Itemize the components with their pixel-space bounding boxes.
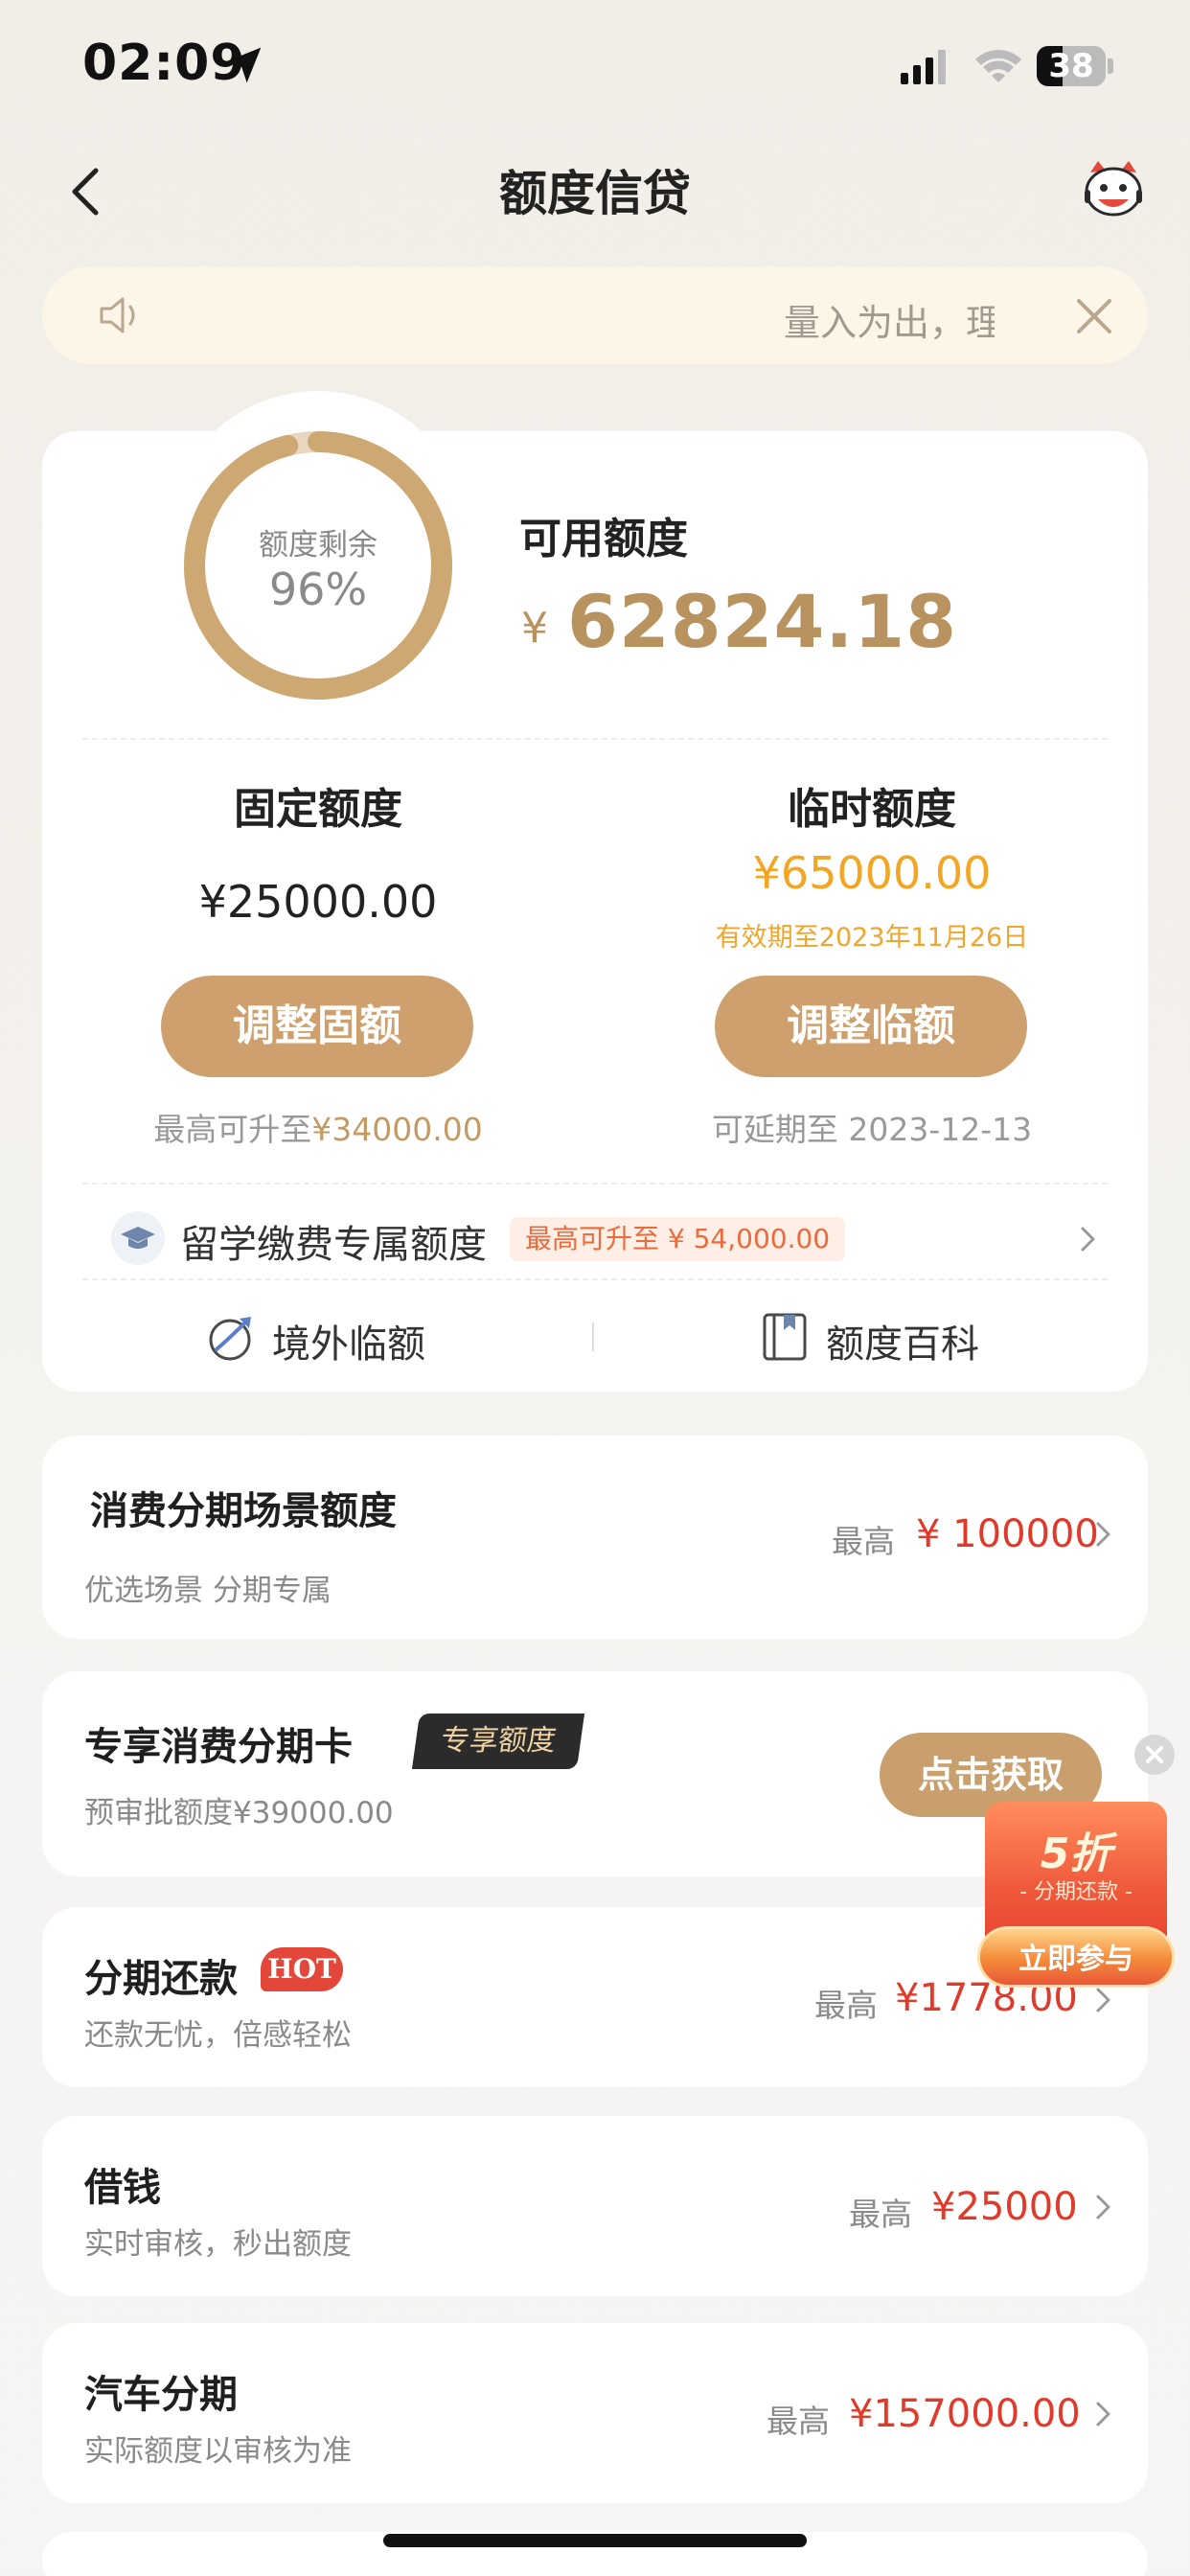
study-credit-label[interactable]: 留学缴费专属额度	[180, 1213, 487, 1269]
wifi-icon	[975, 50, 1021, 82]
chevron-right-icon[interactable]	[1092, 1520, 1115, 1549]
temporary-credit-amount: ¥65000.00	[752, 847, 992, 899]
scene-max-label: 最高	[832, 1523, 895, 1560]
overseas-temp-credit-link[interactable]: 境外临额	[272, 1313, 425, 1368]
book-icon[interactable]	[761, 1311, 809, 1363]
ring-label: 额度剩余	[259, 528, 378, 563]
credit-wiki-link[interactable]: 额度百科	[826, 1313, 979, 1368]
study-row-icon-wrap	[111, 1211, 165, 1265]
chevron-right-icon[interactable]	[1092, 2193, 1115, 2221]
globe-plane-icon[interactable]	[205, 1311, 257, 1363]
divider	[82, 1278, 1108, 1280]
promo-join-button[interactable]: 立即参与	[977, 1926, 1175, 1988]
fixed-max-amount: ¥34000.00	[311, 1111, 483, 1148]
fixed-credit-title: 固定额度	[234, 785, 402, 834]
installment-max-label: 最高	[814, 1987, 878, 2024]
temporary-extend-note: 可延期至 2023-12-13	[711, 1111, 1033, 1148]
promo-discount: 5折	[1040, 1829, 1112, 1878]
temporary-credit-title: 临时额度	[788, 785, 956, 834]
loan-subtitle: 实时审核，秒出额度	[84, 2227, 352, 2262]
car-max-label: 最高	[767, 2403, 830, 2440]
scene-credit-title: 消费分期场景额度	[90, 1489, 397, 1533]
speaker-icon	[100, 297, 135, 334]
signal-icon	[901, 50, 946, 84]
exclusive-badge: 专享额度	[411, 1714, 585, 1769]
exclusive-card-subtitle: 预审批额度¥39000.00	[84, 1796, 394, 1830]
loan-max-label: 最高	[849, 2196, 912, 2233]
available-amount: 62824.18	[567, 579, 958, 664]
location-arrow-icon	[225, 47, 262, 83]
installment-subtitle: 还款无忧，倍感轻松	[84, 2018, 352, 2053]
chevron-right-icon[interactable]	[1077, 1225, 1100, 1254]
promo-close-button[interactable]	[1134, 1735, 1175, 1775]
page-title: 额度信贷	[499, 166, 691, 221]
study-credit-badge: 最高可升至 ¥ 54,000.00	[510, 1217, 846, 1261]
ring-percent: 96%	[268, 564, 368, 615]
loan-title: 借钱	[84, 2166, 161, 2210]
close-icon[interactable]	[1073, 295, 1115, 337]
chevron-right-icon[interactable]	[1092, 2400, 1115, 2428]
battery-level: 38	[1048, 47, 1094, 85]
car-subtitle: 实际额度以审核为准	[84, 2434, 352, 2469]
status-time: 02:09	[82, 34, 246, 92]
promo-caption: - 分期还款 -	[1019, 1880, 1133, 1904]
graduation-cap-icon	[121, 1227, 155, 1249]
scene-credit-subtitle: 优选场景 分期专属	[84, 1574, 332, 1608]
fixed-credit-amount: ¥25000.00	[198, 876, 438, 928]
mascot-avatar-icon[interactable]	[1081, 159, 1146, 220]
divider	[82, 1183, 1108, 1184]
adjust-fixed-button[interactable]: 调整固额	[161, 976, 473, 1077]
fixed-max-note: 最高可升至¥34000.00	[126, 1104, 510, 1150]
adjust-temporary-button[interactable]: 调整临额	[715, 976, 1027, 1077]
divider	[82, 738, 1108, 740]
divider	[592, 1322, 594, 1351]
car-title: 汽车分期	[84, 2373, 238, 2417]
promo-widget[interactable]: 5折 - 分期还款 - 立即参与	[977, 1802, 1175, 1993]
close-icon	[1146, 1746, 1163, 1763]
available-label: 可用额度	[519, 515, 688, 564]
battery-icon: 38	[1037, 46, 1113, 86]
car-max-amount: ¥157000.00	[849, 2392, 1081, 2436]
home-indicator	[383, 2534, 807, 2547]
exclusive-card-title: 专享消费分期卡	[84, 1725, 353, 1769]
available-currency: ¥	[521, 604, 548, 653]
temporary-valid-until: 有效期至2023年11月26日	[715, 923, 1029, 953]
notice-text: 量入为出，理性消费	[784, 302, 995, 341]
loan-max-amount: ¥25000	[931, 2185, 1078, 2229]
installment-title: 分期还款	[84, 1957, 238, 2001]
scene-max-amount: ¥ 100000	[916, 1512, 1099, 1556]
fixed-max-prefix: 最高可升至	[153, 1111, 312, 1148]
hot-badge: HOT	[261, 1947, 343, 1991]
